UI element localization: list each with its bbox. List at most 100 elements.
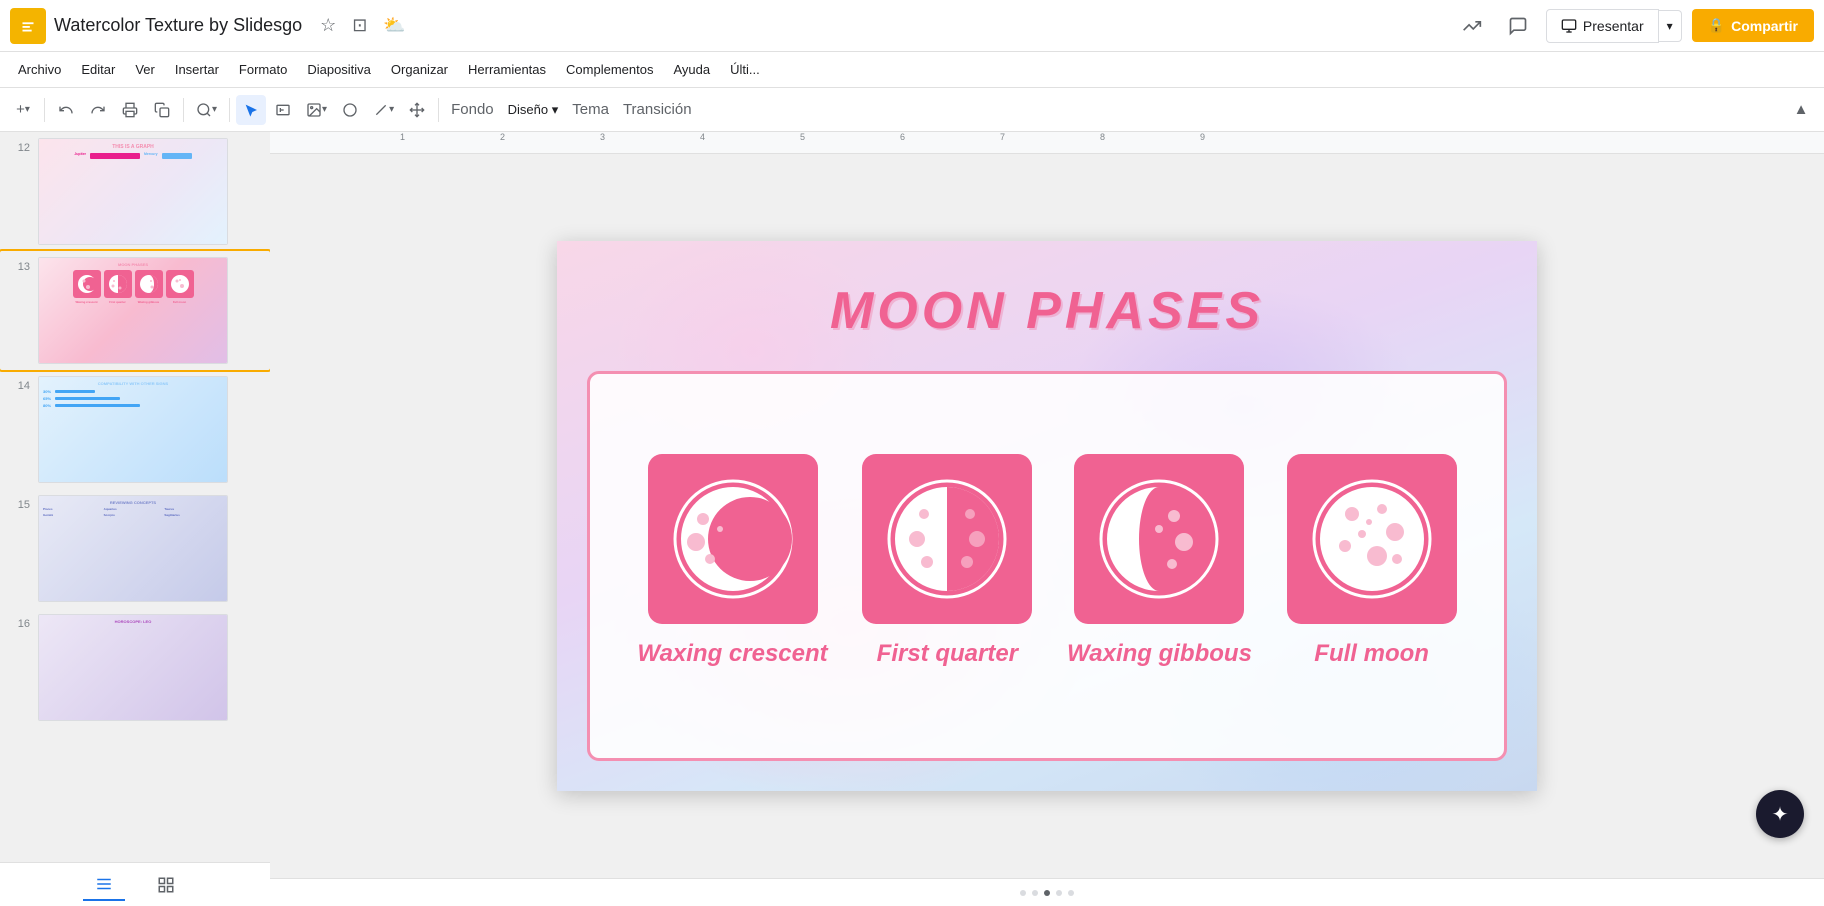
- slide-num-14: 14: [10, 376, 30, 392]
- menu-insertar[interactable]: Insertar: [165, 58, 229, 81]
- moon-label-waxing-crescent: Waxing crescent: [637, 640, 827, 668]
- slide-thumb-14[interactable]: 14 COMPATIBILITY WITH OTHER SIGNS 30% 65…: [0, 370, 270, 489]
- thumb-img-14: COMPATIBILITY WITH OTHER SIGNS 30% 65%: [38, 376, 228, 483]
- moon-item-waxing-gibbous[interactable]: Waxing gibbous: [1067, 454, 1252, 668]
- canvas-area[interactable]: MOON PHASES: [270, 154, 1824, 878]
- dot-navigation: [1020, 890, 1074, 896]
- slide-thumb-13[interactable]: 13 MOON PHASES: [0, 251, 270, 370]
- sep1: [44, 98, 45, 122]
- menu-ulti[interactable]: Últi...: [720, 58, 770, 81]
- textbox-tool[interactable]: [268, 95, 298, 125]
- slide-num-12: 12: [10, 138, 30, 154]
- star-button[interactable]: ☆: [316, 11, 340, 40]
- toolbar: + ▾ ▾ ▾ ▾ Fondo Diseño ▾: [0, 88, 1824, 132]
- dot-4: [1056, 890, 1062, 896]
- comment-button[interactable]: [1500, 8, 1536, 44]
- moon-icon-first-quarter: [862, 454, 1032, 624]
- app-icon: [10, 8, 46, 44]
- thumb-moons: [43, 270, 223, 298]
- thumb-title-15: REVIEWING CONCEPTS: [43, 500, 223, 505]
- sep2: [183, 98, 184, 122]
- clone-button[interactable]: [147, 95, 177, 125]
- thumb-img-16: HOROSCOPE: LEO: [38, 614, 228, 721]
- shape-tool[interactable]: [335, 95, 365, 125]
- print-button[interactable]: [115, 95, 145, 125]
- theme-button[interactable]: Tema: [566, 95, 615, 125]
- present-button-group: Presentar ▾: [1546, 9, 1682, 43]
- ruler-horizontal: 1 2 3 4 5 6 7 8 9: [270, 132, 1824, 154]
- line-tool[interactable]: ▾: [367, 95, 400, 125]
- menu-herramientas[interactable]: Herramientas: [458, 58, 556, 81]
- slide-num-16: 16: [10, 614, 30, 630]
- cloud-button[interactable]: ⛅: [379, 11, 409, 40]
- moon-icon-full-moon: [1287, 454, 1457, 624]
- title-icons: ☆ ⊡ ⛅: [316, 11, 410, 40]
- menu-formato[interactable]: Formato: [229, 58, 297, 81]
- thumb-img-13: MOON PHASES: [38, 257, 228, 364]
- ai-icon: ✦: [1772, 802, 1789, 827]
- menu-organizar[interactable]: Organizar: [381, 58, 458, 81]
- select-tool[interactable]: [236, 95, 266, 125]
- editor-area: 1 2 3 4 5 6 7 8 9 MOON PHASES: [270, 132, 1824, 906]
- share-button[interactable]: 🔒 Compartir: [1692, 9, 1814, 42]
- slide-thumb-15[interactable]: 15 REVIEWING CONCEPTS Pisces Aquarius Ta…: [0, 489, 270, 608]
- bottom-bar: [270, 878, 1824, 906]
- menu-ver[interactable]: Ver: [125, 58, 165, 81]
- slide-thumb-16[interactable]: 16 HOROSCOPE: LEO: [0, 608, 270, 727]
- doc-title: Watercolor Texture by Slidesgo: [54, 15, 302, 36]
- transition-button[interactable]: Transición: [617, 95, 698, 125]
- menu-bar: Archivo Editar Ver Insertar Formato Diap…: [0, 52, 1824, 88]
- sep4: [438, 98, 439, 122]
- moon-item-full-moon[interactable]: Full moon: [1287, 454, 1457, 668]
- undo-button[interactable]: [51, 95, 81, 125]
- thumb-title-12: THIS IS A GRAPH: [44, 144, 222, 150]
- move-tool[interactable]: [402, 95, 432, 125]
- thumb-img-15: REVIEWING CONCEPTS Pisces Aquarius Tauru…: [38, 495, 228, 602]
- design-dropdown[interactable]: Diseño ▾: [502, 98, 565, 122]
- slide-num-13: 13: [10, 257, 30, 273]
- redo-button[interactable]: [83, 95, 113, 125]
- slide-num-15: 15: [10, 495, 30, 511]
- menu-complementos[interactable]: Complementos: [556, 58, 663, 81]
- present-button[interactable]: Presentar: [1546, 9, 1659, 43]
- moon-icon-waxing-crescent: [648, 454, 818, 624]
- sidebar-tab-grid[interactable]: [145, 870, 187, 900]
- add-button[interactable]: + ▾: [8, 95, 38, 125]
- dot-5: [1068, 890, 1074, 896]
- sidebar-tab-list[interactable]: [83, 869, 125, 901]
- dot-2: [1032, 890, 1038, 896]
- menu-ayuda[interactable]: Ayuda: [663, 58, 720, 81]
- thumb-title-13: MOON PHASES: [43, 262, 223, 267]
- thumb-title-16: HOROSCOPE: LEO: [43, 619, 223, 624]
- moon-item-first-quarter[interactable]: First quarter: [862, 454, 1032, 668]
- sidebar: 12 THIS IS A GRAPH Jupiter Mercury: [0, 132, 270, 862]
- top-bar: Watercolor Texture by Slidesgo ☆ ⊡ ⛅ Pre…: [0, 0, 1824, 52]
- image-tool[interactable]: ▾: [300, 95, 333, 125]
- menu-diapositiva[interactable]: Diapositiva: [297, 58, 381, 81]
- menu-archivo[interactable]: Archivo: [8, 58, 71, 81]
- sidebar-wrapper: 12 THIS IS A GRAPH Jupiter Mercury: [0, 132, 270, 906]
- zoom-button[interactable]: ▾: [190, 95, 223, 125]
- thumb-img-12: THIS IS A GRAPH Jupiter Mercury: [38, 138, 228, 245]
- present-dropdown-button[interactable]: ▾: [1659, 10, 1682, 42]
- moon-icon-waxing-gibbous: [1074, 454, 1244, 624]
- sep3: [229, 98, 230, 122]
- moon-label-full-moon: Full moon: [1314, 640, 1429, 668]
- thumb-title-14: COMPATIBILITY WITH OTHER SIGNS: [43, 381, 223, 386]
- moon-label-first-quarter: First quarter: [877, 640, 1018, 668]
- main-content: 12 THIS IS A GRAPH Jupiter Mercury: [0, 132, 1824, 906]
- slide-thumb-12[interactable]: 12 THIS IS A GRAPH Jupiter Mercury: [0, 132, 270, 251]
- background-button[interactable]: Fondo: [445, 95, 500, 125]
- moon-item-waxing-crescent[interactable]: Waxing crescent: [637, 454, 827, 668]
- ai-fab-button[interactable]: ✦: [1756, 790, 1804, 838]
- moon-label-waxing-gibbous: Waxing gibbous: [1067, 640, 1252, 668]
- menu-editar[interactable]: Editar: [71, 58, 125, 81]
- dot-1: [1020, 890, 1026, 896]
- trend-button[interactable]: [1454, 8, 1490, 44]
- moon-panel: Waxing crescent: [587, 371, 1507, 761]
- top-bar-right: Presentar ▾ 🔒 Compartir: [1454, 8, 1814, 44]
- dot-3: [1044, 890, 1050, 896]
- slide-title: MOON PHASES: [557, 281, 1537, 341]
- collapse-toolbar-button[interactable]: ▲: [1786, 95, 1816, 125]
- folder-button[interactable]: ⊡: [348, 11, 371, 40]
